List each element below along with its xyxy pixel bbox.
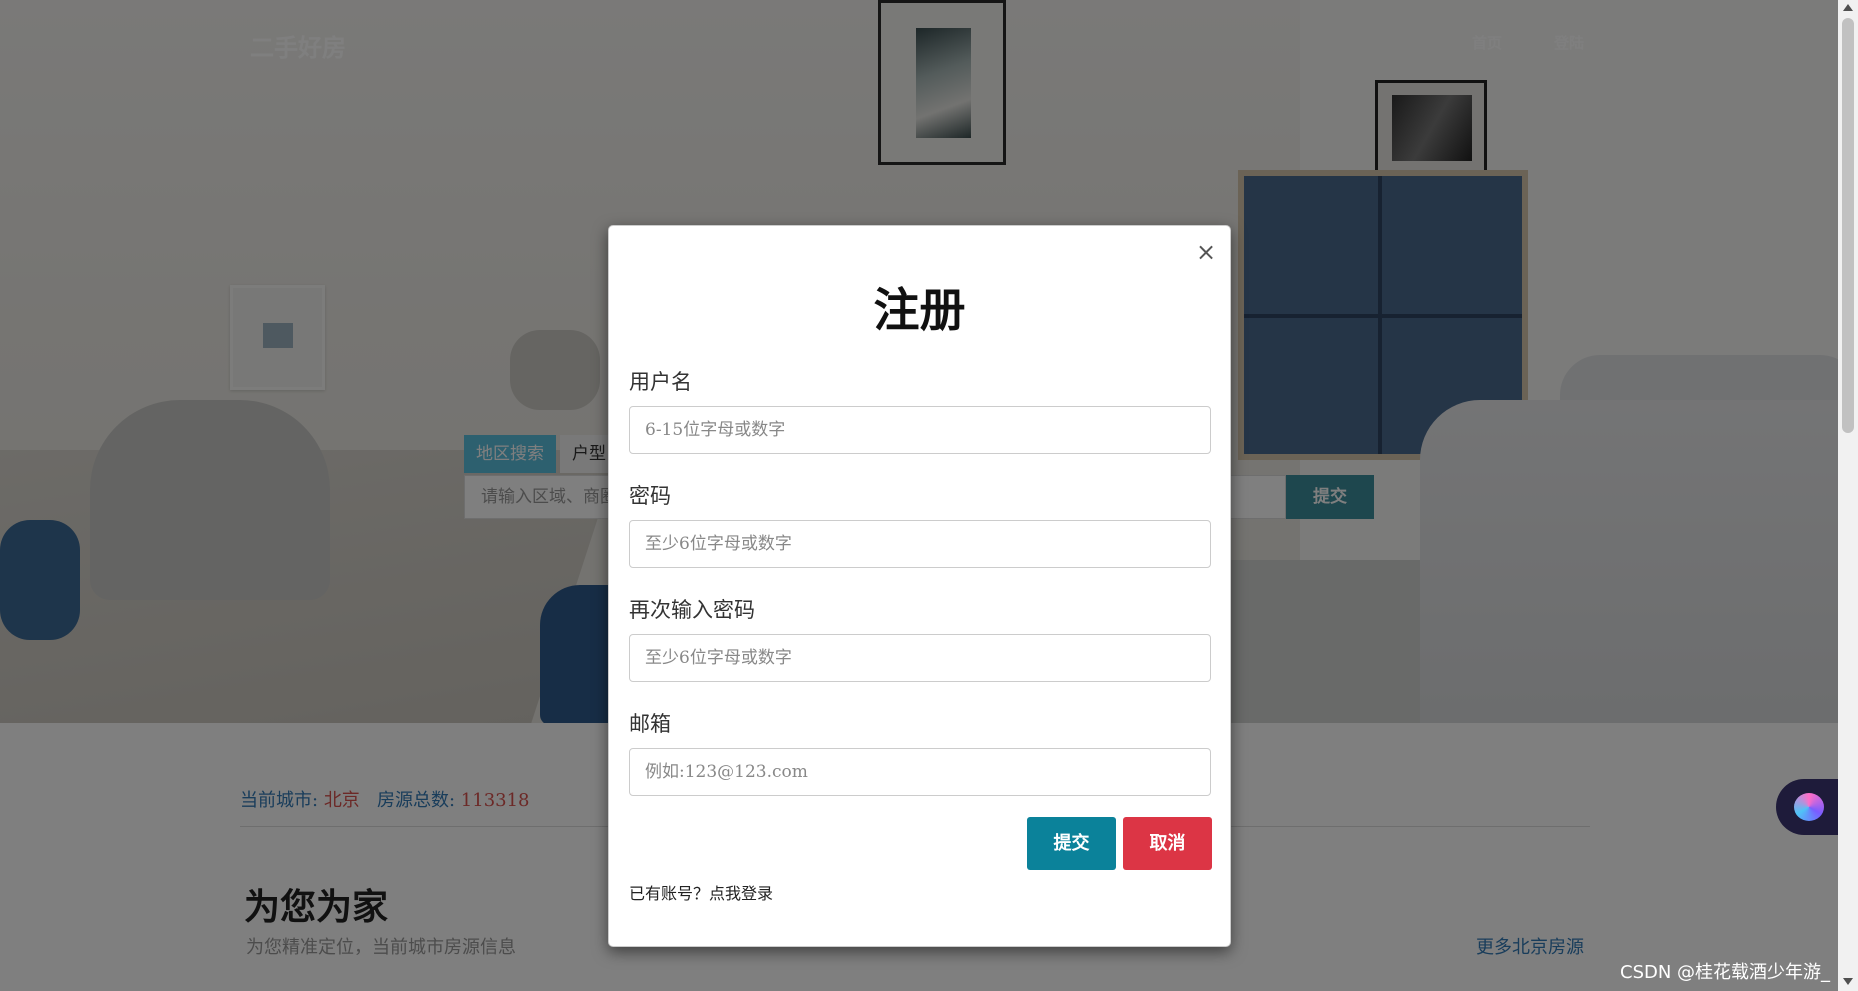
email-input[interactable]: 例如:123@123.com — [629, 748, 1211, 796]
login-link[interactable]: 已有账号？点我登录 — [629, 880, 773, 904]
submit-button[interactable]: 提交 — [1027, 817, 1116, 870]
ai-assistant-icon[interactable] — [1794, 793, 1824, 821]
confirm-password-input[interactable]: 至少6位字母或数字 — [629, 634, 1211, 682]
password-label: 密码 — [629, 484, 671, 508]
modal-title: 注册 — [873, 283, 966, 337]
confirm-password-label: 再次输入密码 — [629, 598, 755, 622]
assistant-fab[interactable] — [1776, 779, 1838, 835]
scroll-up-arrow-icon[interactable] — [1843, 4, 1853, 11]
scroll-down-arrow-icon[interactable] — [1843, 978, 1853, 985]
page-scrollbar[interactable] — [1838, 0, 1858, 991]
email-label: 邮箱 — [629, 712, 671, 736]
password-input[interactable]: 至少6位字母或数字 — [629, 520, 1211, 568]
username-input[interactable]: 6-15位字母或数字 — [629, 406, 1211, 454]
cancel-button[interactable]: 取消 — [1123, 817, 1212, 870]
username-label: 用户名 — [629, 370, 692, 394]
register-modal: × 注册 用户名 6-15位字母或数字 密码 至少6位字母或数字 再次输入密码 … — [608, 225, 1231, 947]
scroll-thumb[interactable] — [1842, 18, 1854, 433]
watermark: CSDN @桂花载酒少年游_ — [1620, 962, 1831, 983]
close-icon[interactable]: × — [1194, 240, 1218, 264]
